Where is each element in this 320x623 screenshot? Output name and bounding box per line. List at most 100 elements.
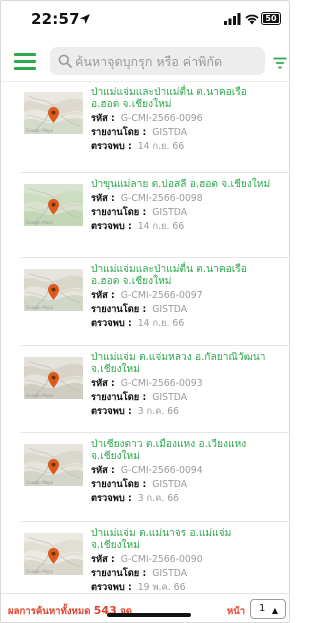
reported-by-label: รายงานโดย : <box>91 127 147 138</box>
code-label: รหัส : <box>91 193 115 204</box>
code-label: รหัส : <box>91 113 115 124</box>
map-thumbnail[interactable]: Google Maps <box>24 533 83 575</box>
item-found-date: 14 ก.ย. 66 <box>137 141 185 152</box>
item-divider <box>21 521 289 522</box>
page-select[interactable]: 1 ▲ <box>250 599 286 619</box>
item-found-row: ตรวจพบ : 3 ก.ค. 66 <box>91 406 179 418</box>
item-reporter-row: รายงานโดย : GISTDA <box>91 127 187 139</box>
search-bar[interactable] <box>50 47 265 75</box>
item-found-row: ตรวจพบ : 14 ก.ย. 66 <box>91 221 184 233</box>
item-reporter-row: รายงานโดย : GISTDA <box>91 568 187 580</box>
code-label: รหัส : <box>91 554 115 565</box>
item-reporter-row: รายงานโดย : GISTDA <box>91 304 187 316</box>
list-item[interactable]: Google Maps ป่าแม่แจ่ม ต.แจ่มหลวง อ.กัลย… <box>1 348 289 434</box>
found-label: ตรวจพบ : <box>91 406 132 417</box>
code-label: รหัส : <box>91 290 115 301</box>
item-reporter-row: รายงานโดย : GISTDA <box>91 392 187 404</box>
search-header <box>1 45 289 77</box>
item-divider <box>21 172 289 173</box>
map-thumbnail[interactable]: Google Maps <box>24 269 83 311</box>
search-icon <box>58 54 72 68</box>
map-attribution: Google Maps <box>26 480 53 485</box>
map-thumbnail-image: Google Maps <box>24 533 83 575</box>
list-item[interactable]: Google Maps ป่าขุนแม่ลาย ต.บ่อสลี อ.ฮอด … <box>1 175 289 261</box>
map-thumbnail-image: Google Maps <box>24 444 83 486</box>
item-code-row: รหัส : G-CMI-2566-0096 <box>91 113 203 125</box>
map-thumbnail-image: Google Maps <box>24 269 83 311</box>
item-code: G-CMI-2566-0094 <box>120 465 203 476</box>
item-found-row: ตรวจพบ : 14 ก.ย. 66 <box>91 141 184 153</box>
item-code-row: รหัส : G-CMI-2566-0097 <box>91 290 203 302</box>
item-title[interactable]: ป่าเชียงดาว ต.เมืองแหง อ.เวียงแหง จ.เชีย… <box>91 439 273 463</box>
code-label: รหัส : <box>91 378 115 389</box>
status-bar: 22:57 50 <box>1 1 289 37</box>
item-title[interactable]: ป่าแม่แจ่มและป่าแม่ตื่น ต.นาคอเรือ อ.ฮอด… <box>91 264 273 288</box>
item-code-row: รหัส : G-CMI-2566-0090 <box>91 554 203 566</box>
home-indicator[interactable] <box>107 613 191 617</box>
map-attribution: Google Maps <box>26 128 53 133</box>
wifi-icon <box>245 14 259 25</box>
map-thumbnail-image: Google Maps <box>24 184 83 226</box>
results-footer: ผลการค้นหาทั้งหมด 543 จุด หน้า 1 ▲ <box>1 593 289 622</box>
list-item[interactable]: Google Maps ป่าเชียงดาว ต.เมืองแหง อ.เวี… <box>1 435 289 522</box>
search-input[interactable] <box>75 51 260 71</box>
map-attribution: Google Maps <box>26 393 53 398</box>
map-thumbnail[interactable]: Google Maps <box>24 357 83 399</box>
page-select-value: 1 <box>259 603 266 614</box>
reported-by-label: รายงานโดย : <box>91 568 147 579</box>
item-found-date: 3 ก.ค. 66 <box>137 406 180 417</box>
signal-icon <box>224 13 241 25</box>
map-attribution: Google Maps <box>26 220 53 225</box>
code-label: รหัส : <box>91 465 115 476</box>
item-code-row: รหัส : G-CMI-2566-0093 <box>91 378 203 390</box>
item-title[interactable]: ป่าขุนแม่ลาย ต.บ่อสลี อ.ฮอด จ.เชียงใหม่ <box>91 179 273 191</box>
item-reporter: GISTDA <box>152 392 188 403</box>
map-thumbnail-image: Google Maps <box>24 92 83 134</box>
item-found-date: 3 ก.ค. 66 <box>137 493 180 504</box>
map-attribution: Google Maps <box>26 569 53 574</box>
item-code: G-CMI-2566-0097 <box>120 290 203 301</box>
item-code-row: รหัส : G-CMI-2566-0098 <box>91 193 203 205</box>
found-label: ตรวจพบ : <box>91 141 132 152</box>
found-label: ตรวจพบ : <box>91 493 132 504</box>
item-reporter: GISTDA <box>152 304 188 315</box>
item-divider <box>21 257 289 258</box>
location-arrow-icon <box>80 14 90 24</box>
item-divider <box>21 432 289 433</box>
item-found-date: 14 ก.ย. 66 <box>137 318 185 329</box>
item-code: G-CMI-2566-0098 <box>120 193 203 204</box>
item-code-row: รหัส : G-CMI-2566-0094 <box>91 465 203 477</box>
map-thumbnail-image: Google Maps <box>24 357 83 399</box>
item-reporter-row: รายงานโดย : GISTDA <box>91 207 187 219</box>
item-found-date: 19 พ.ค. 66 <box>137 582 186 593</box>
item-code: G-CMI-2566-0093 <box>120 378 203 389</box>
item-reporter-row: รายงานโดย : GISTDA <box>91 479 187 491</box>
found-label: ตรวจพบ : <box>91 318 132 329</box>
item-title[interactable]: ป่าแม่แจ่ม ต.แจ่มหลวง อ.กัลยาณิวัฒนา จ.เ… <box>91 352 273 376</box>
item-reporter: GISTDA <box>152 207 188 218</box>
item-code: G-CMI-2566-0090 <box>120 554 203 565</box>
item-title[interactable]: ป่าแม่แจ่ม ต.แม่นาจร อ.แม่แจ่ม จ.เชียงให… <box>91 528 273 552</box>
map-thumbnail[interactable]: Google Maps <box>24 184 83 226</box>
list-item[interactable]: Google Maps ป่าแม่แจ่มและป่าแม่ตื่น ต.นา… <box>1 260 289 346</box>
found-label: ตรวจพบ : <box>91 221 132 232</box>
map-thumbnail[interactable]: Google Maps <box>24 444 83 486</box>
item-found-row: ตรวจพบ : 14 ก.ย. 66 <box>91 318 184 330</box>
menu-icon[interactable] <box>14 53 36 71</box>
reported-by-label: รายงานโดย : <box>91 304 147 315</box>
battery-icon: 50 <box>261 12 281 25</box>
battery-level: 50 <box>263 14 279 23</box>
list-item[interactable]: Google Maps ป่าแม่แจ่มและป่าแม่ตื่น ต.นา… <box>1 83 289 173</box>
item-title[interactable]: ป่าแม่แจ่มและป่าแม่ตื่น ต.นาคอเรือ อ.ฮอด… <box>91 87 273 111</box>
page-label: หน้า <box>227 606 246 617</box>
item-found-date: 14 ก.ย. 66 <box>137 221 185 232</box>
reported-by-label: รายงานโดย : <box>91 479 147 490</box>
filter-icon[interactable] <box>273 57 287 69</box>
map-thumbnail[interactable]: Google Maps <box>24 92 83 134</box>
status-time: 22:57 <box>31 10 80 28</box>
results-total-prefix: ผลการค้นหาทั้งหมด <box>8 606 91 617</box>
header-divider <box>1 81 289 82</box>
item-code: G-CMI-2566-0096 <box>120 113 203 124</box>
item-reporter: GISTDA <box>152 479 188 490</box>
map-attribution: Google Maps <box>26 305 53 310</box>
